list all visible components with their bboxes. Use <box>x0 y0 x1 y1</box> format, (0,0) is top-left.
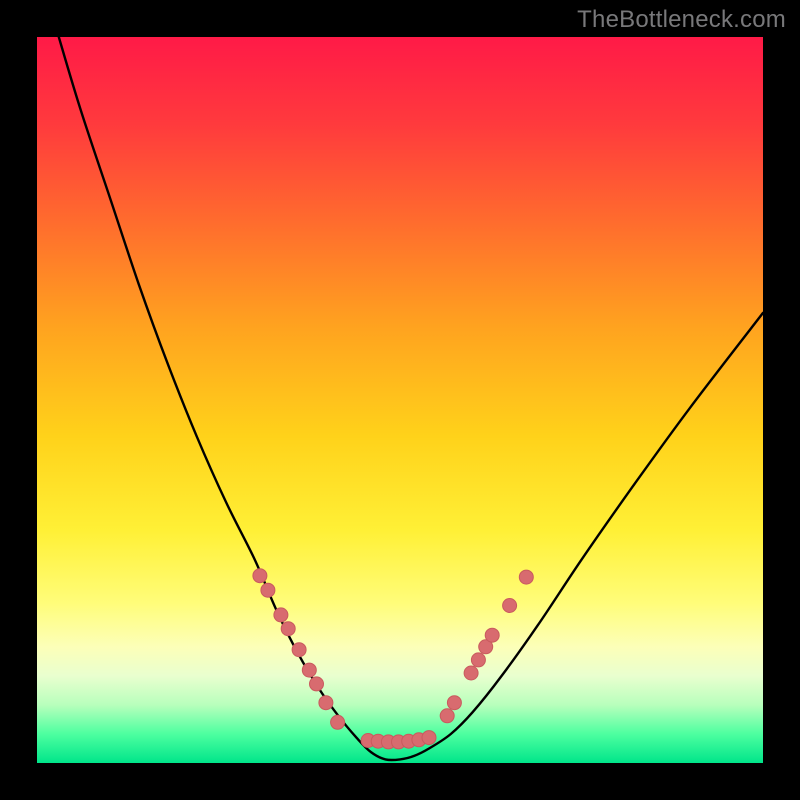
watermark-text: TheBottleneck.com <box>577 6 786 34</box>
curve-marker <box>519 570 533 584</box>
curve-markers <box>253 569 533 749</box>
curve-marker <box>503 599 517 613</box>
bottleneck-curve <box>59 37 763 760</box>
curve-marker <box>331 715 345 729</box>
chart-frame: TheBottleneck.com <box>0 0 800 800</box>
curve-marker <box>485 628 499 642</box>
curve-marker <box>261 583 275 597</box>
curve-marker <box>292 643 306 657</box>
curve-marker <box>253 569 267 583</box>
chart-svg <box>37 37 763 763</box>
curve-marker <box>440 709 454 723</box>
curve-marker <box>422 731 436 745</box>
plot-area <box>37 37 763 763</box>
curve-marker <box>310 677 324 691</box>
curve-marker <box>302 663 316 677</box>
curve-marker <box>319 696 333 710</box>
curve-marker <box>447 696 461 710</box>
curve-marker <box>274 608 288 622</box>
curve-marker <box>464 666 478 680</box>
curve-marker <box>281 622 295 636</box>
curve-marker <box>471 653 485 667</box>
